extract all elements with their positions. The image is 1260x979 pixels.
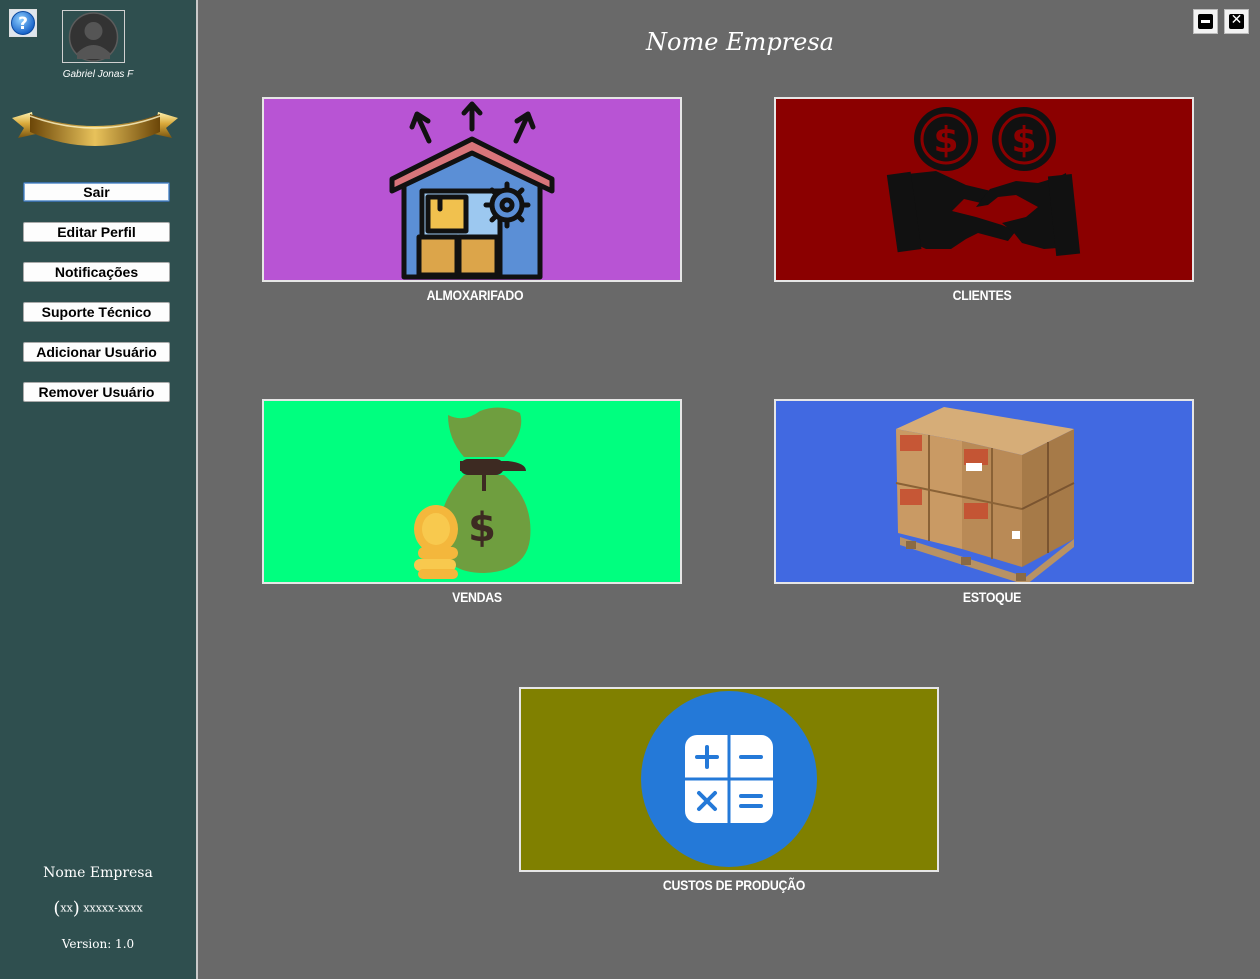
calculator-icon — [641, 691, 817, 867]
tile-label-almoxarifado: ALMOXARIFADO — [426, 287, 524, 303]
money-bag-icon: $ — [414, 407, 531, 579]
client-handshake-icon: $ $ — [886, 107, 1081, 257]
pallet-boxes-icon — [895, 407, 1075, 582]
phone-number: xxxxx-xxxx — [83, 901, 143, 915]
phone-paren-close: ) — [72, 898, 80, 919]
phone-area-code: xx — [60, 901, 73, 915]
tile-label-custos-producao: CUSTOS DE PRODUÇÃO — [662, 877, 806, 893]
tile-clientes[interactable]: $ $ — [774, 97, 1194, 282]
user-avatar-icon — [68, 12, 119, 62]
notifications-button[interactable]: Notificações — [23, 262, 170, 282]
phone-footer: (xx) xxxxx-xxxx — [0, 898, 196, 919]
tile-almoxarifado[interactable] — [262, 97, 682, 282]
user-name: Gabriel Jonas F — [62, 69, 134, 80]
tile-custos-producao[interactable] — [519, 687, 939, 872]
logout-button[interactable]: Sair — [23, 182, 170, 202]
tile-label-clientes: CLIENTES — [952, 287, 1012, 303]
warehouse-icon — [389, 101, 555, 280]
user-avatar[interactable] — [62, 10, 125, 63]
close-icon: ✕ — [1229, 12, 1244, 29]
remove-user-button[interactable]: Remover Usuário — [23, 382, 170, 402]
tile-estoque[interactable] — [774, 399, 1194, 584]
help-icon: ? — [11, 11, 35, 35]
help-button[interactable]: ? — [9, 9, 37, 37]
gold-ribbon-image — [12, 112, 178, 146]
tech-support-button[interactable]: Suporte Técnico — [23, 302, 170, 322]
tile-label-estoque: ESTOQUE — [962, 589, 1022, 605]
svg-text:$: $ — [933, 120, 958, 161]
page-title: Nome Empresa — [646, 28, 834, 56]
tile-vendas[interactable]: $ — [262, 399, 682, 584]
edit-profile-button[interactable]: Editar Perfil — [23, 222, 170, 242]
svg-text:$: $ — [468, 505, 496, 551]
company-name-footer: Nome Empresa — [43, 865, 153, 881]
version-label: Version: 1.0 — [61, 937, 135, 951]
sidebar: ? Gabriel Jonas F Sair Editar Perfil Not… — [0, 0, 198, 979]
tile-label-vendas: VENDAS — [452, 589, 502, 605]
close-button[interactable]: ✕ — [1224, 9, 1249, 34]
minimize-icon — [1198, 14, 1213, 29]
svg-text:?: ? — [18, 14, 28, 34]
add-user-button[interactable]: Adicionar Usuário — [23, 342, 170, 362]
minimize-button[interactable] — [1193, 9, 1218, 34]
svg-text:$: $ — [1011, 120, 1036, 161]
